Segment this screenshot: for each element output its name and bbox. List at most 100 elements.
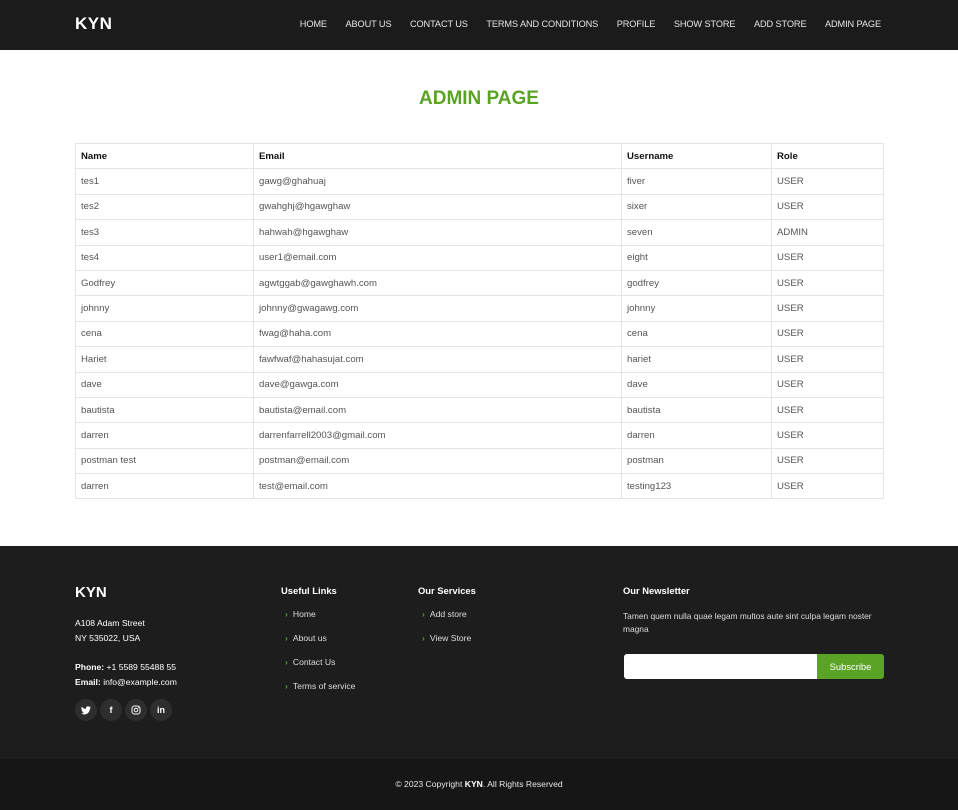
cell-role: USER bbox=[771, 396, 884, 424]
phone-value: +1 5589 55488 55 bbox=[106, 662, 177, 672]
cell-name: cena bbox=[75, 320, 254, 348]
column-header-username: Username bbox=[621, 142, 772, 170]
column-header-email: Email bbox=[253, 142, 622, 170]
nav-admin-page[interactable]: ADMIN PAGE bbox=[825, 19, 881, 29]
footer-link-add-store[interactable]: › Add store bbox=[422, 609, 471, 633]
footer-link-about[interactable]: › About us bbox=[285, 633, 355, 657]
chevron-right-icon: › bbox=[285, 681, 288, 691]
footer-link-home[interactable]: › Home bbox=[285, 609, 355, 633]
footer-logo: KYN bbox=[75, 584, 107, 601]
facebook-icon[interactable]: f bbox=[100, 699, 122, 721]
cell-username: cena bbox=[621, 320, 772, 348]
cell-name: dave bbox=[75, 371, 254, 398]
cell-email: agwtggab@gawghawh.com bbox=[253, 269, 622, 297]
footer-link-label: About us bbox=[292, 633, 327, 643]
linkedin-icon[interactable]: in bbox=[150, 699, 172, 721]
chevron-right-icon: › bbox=[422, 633, 425, 643]
cell-name: darren bbox=[75, 473, 254, 500]
cell-role: USER bbox=[771, 168, 884, 195]
newsletter-title: Our Newsletter bbox=[623, 585, 690, 596]
nav-show-store[interactable]: SHOW STORE bbox=[674, 19, 736, 29]
cell-email: postman@email.com bbox=[253, 447, 622, 475]
cell-email: dave@gawga.com bbox=[253, 371, 622, 398]
chevron-right-icon: › bbox=[285, 633, 288, 643]
chevron-right-icon: › bbox=[422, 609, 425, 619]
copyright-suffix: . All Rights Reserved bbox=[482, 779, 563, 789]
table-row: Hariet fawfwaf@hahasujat.com hariet USER bbox=[75, 346, 884, 373]
table-row: tes2 gwahghj@hgawghaw sixer USER bbox=[75, 193, 884, 221]
twitter-icon[interactable] bbox=[75, 699, 97, 721]
instagram-icon[interactable] bbox=[125, 699, 147, 721]
column-header-role: Role bbox=[771, 142, 884, 170]
table-row: dave dave@gawga.com dave USER bbox=[75, 371, 884, 398]
cell-email: johnny@gwagawg.com bbox=[253, 295, 622, 322]
cell-name: bautista bbox=[75, 396, 254, 424]
footer-link-terms[interactable]: › Terms of service bbox=[285, 681, 355, 705]
cell-name: tes1 bbox=[75, 168, 254, 195]
cell-role: USER bbox=[771, 244, 884, 271]
footer-link-view-store[interactable]: › View Store bbox=[422, 633, 471, 657]
cell-role: USER bbox=[771, 193, 884, 221]
subscribe-button[interactable]: Subscribe bbox=[817, 654, 884, 679]
footer-link-label: Home bbox=[292, 609, 316, 619]
phone-label: Phone: bbox=[75, 662, 105, 672]
useful-links-list: › Home › About us › Contact Us › Terms of se… bbox=[285, 609, 355, 705]
cell-name: tes2 bbox=[75, 193, 254, 221]
cell-username: sixer bbox=[621, 193, 772, 221]
table-row: postman test postman@email.com postman USER bbox=[75, 447, 884, 475]
nav-about-us[interactable]: ABOUT US bbox=[345, 19, 391, 29]
cell-username: bautista bbox=[621, 396, 772, 424]
chevron-right-icon: › bbox=[285, 609, 288, 619]
cell-name: johnny bbox=[75, 295, 254, 322]
table-header-row: Name Email Username Role bbox=[75, 142, 884, 170]
nav-contact-us[interactable]: CONTACT US bbox=[410, 19, 468, 29]
cell-username: eight bbox=[621, 244, 772, 271]
cell-role: USER bbox=[771, 473, 884, 500]
nav-add-store[interactable]: ADD STORE bbox=[754, 19, 807, 29]
table-row: tes4 user1@email.com eight USER bbox=[75, 244, 884, 271]
footer-link-label: Contact Us bbox=[292, 657, 336, 667]
page-title: ADMIN PAGE bbox=[419, 88, 539, 109]
cell-username: godfrey bbox=[621, 269, 772, 297]
cell-role: USER bbox=[771, 346, 884, 373]
footer-link-label: Add store bbox=[429, 609, 467, 619]
cell-username: darren bbox=[621, 422, 772, 449]
useful-links-title: Useful Links bbox=[281, 585, 337, 596]
cell-role: USER bbox=[771, 320, 884, 348]
nav-home[interactable]: HOME bbox=[300, 19, 327, 29]
cell-email: darrenfarrell2003@gmail.com bbox=[253, 422, 622, 449]
site-logo[interactable]: KYN bbox=[75, 14, 112, 34]
cell-username: fiver bbox=[621, 168, 772, 195]
social-links: f in bbox=[75, 699, 175, 721]
nav-profile[interactable]: PROFILE bbox=[617, 19, 656, 29]
column-header-name: Name bbox=[75, 142, 254, 170]
cell-name: Hariet bbox=[75, 346, 254, 373]
users-table: Name Email Username Role tes1 gawg@ghahua… bbox=[75, 142, 884, 500]
address-line-2: NY 535022, USA bbox=[75, 633, 141, 643]
cell-email: test@email.com bbox=[253, 473, 622, 500]
footer-link-contact[interactable]: › Contact Us bbox=[285, 657, 355, 681]
table-row: johnny johnny@gwagawg.com johnny USER bbox=[75, 295, 884, 322]
newsletter-email-input[interactable] bbox=[624, 654, 817, 679]
site-header: KYN HOME ABOUT US CONTACT US TERMS AND C… bbox=[0, 0, 958, 50]
cell-role: USER bbox=[771, 371, 884, 398]
table-row: tes3 hahwah@hgawghaw seven ADMIN bbox=[75, 219, 884, 246]
address-line-1: A108 Adam Street bbox=[75, 618, 145, 628]
cell-email: fawfwaf@hahasujat.com bbox=[253, 346, 622, 373]
copyright-brand: KYN bbox=[464, 779, 483, 789]
cell-role: USER bbox=[771, 447, 884, 475]
cell-username: seven bbox=[621, 219, 772, 246]
table-row: darren test@email.com testing123 USER bbox=[75, 473, 884, 500]
cell-name: Godfrey bbox=[75, 269, 254, 297]
cell-name: tes3 bbox=[75, 219, 254, 246]
copyright-prefix: © 2023 Copyright bbox=[395, 779, 463, 789]
cell-name: tes4 bbox=[75, 244, 254, 271]
cell-username: testing123 bbox=[621, 473, 772, 500]
cell-email: user1@email.com bbox=[253, 244, 622, 271]
nav-terms[interactable]: TERMS AND CONDITIONS bbox=[486, 19, 598, 29]
cell-username: postman bbox=[621, 447, 772, 475]
services-title: Our Services bbox=[418, 585, 476, 596]
services-list: › Add store › View Store bbox=[422, 609, 471, 657]
cell-role: USER bbox=[771, 269, 884, 297]
cell-role: USER bbox=[771, 295, 884, 322]
